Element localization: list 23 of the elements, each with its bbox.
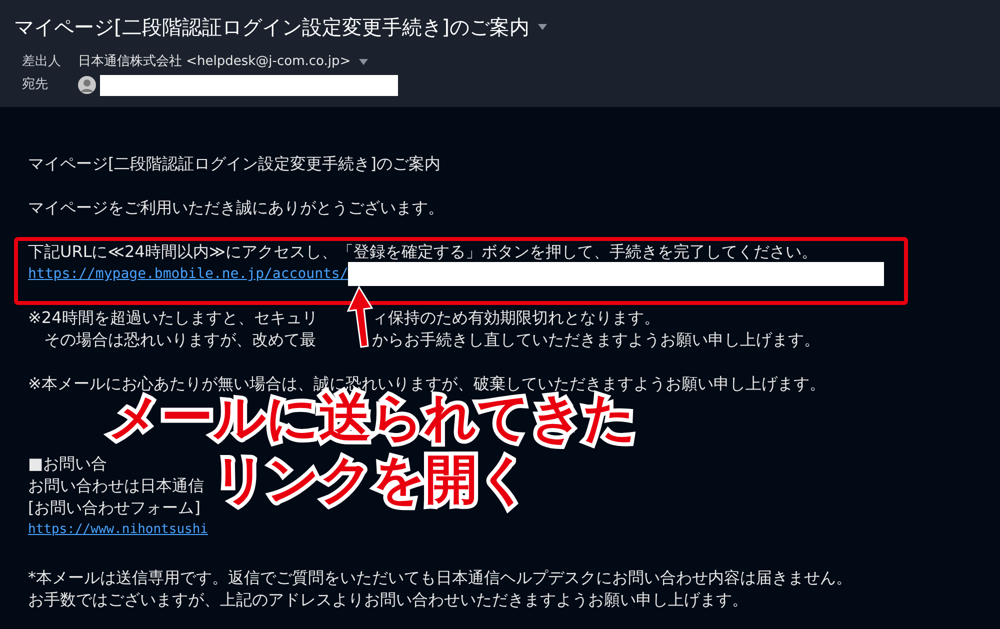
sender-address[interactable]: 日本通信株式会社 <helpdesk@j-com.co.jp> [78,52,351,72]
body-text: [お問い合わせフォーム] [28,497,200,519]
body-text: マイページ[二段階認証ログイン設定変更手続き]のご案内 [28,153,440,175]
body-text: からお手続きし直していただきますようお願い申し上げます。 [372,329,820,351]
annotation-text: リンクを開く [214,454,530,506]
body-text: マイページをご利用いただき誠にありがとうございます。 [28,197,444,219]
body-text: その場合は恐れいりますが、改めて最 [43,330,316,349]
body-text: お問い合わせは日本通信 [28,475,204,497]
link[interactable]: https://www.nihontsushi [28,519,208,541]
body-text: ■お問い合 [28,453,108,475]
caret-icon[interactable] [538,24,547,30]
caret-icon[interactable] [358,59,368,65]
body-text: 下記URLに≪24時間以内≫にアクセスし、「登録を確定する」ボタンを押して、手続きを完了してください。 [28,241,818,263]
field-label: 差出人 [21,53,62,72]
body-text: ※24時間を超過いたしますと、セキュリ [28,308,318,327]
avatar-icon [78,76,96,94]
link[interactable]: https://mypage.bmobile.ne.jp/accounts/ [28,263,348,285]
field-label: 宛先 [21,76,49,94]
subject-title: マイページ[二段階認証ログイン設定変更手続き]のご案内 [14,14,530,41]
body-text: *本メールは送信専用です。返信でご質問をいただいても日本通信ヘルプデスクにお問い合わせ内容は届きません。 [28,567,852,589]
annotation-text: メールに送られてきた [108,392,636,444]
body-text: ィ保持のため有効期限切れとなります。 [372,307,660,329]
body-text: お手数ではございますが、上記のアドレスよりお問い合わせいただきますようお願い申し上げます。 [28,589,748,611]
